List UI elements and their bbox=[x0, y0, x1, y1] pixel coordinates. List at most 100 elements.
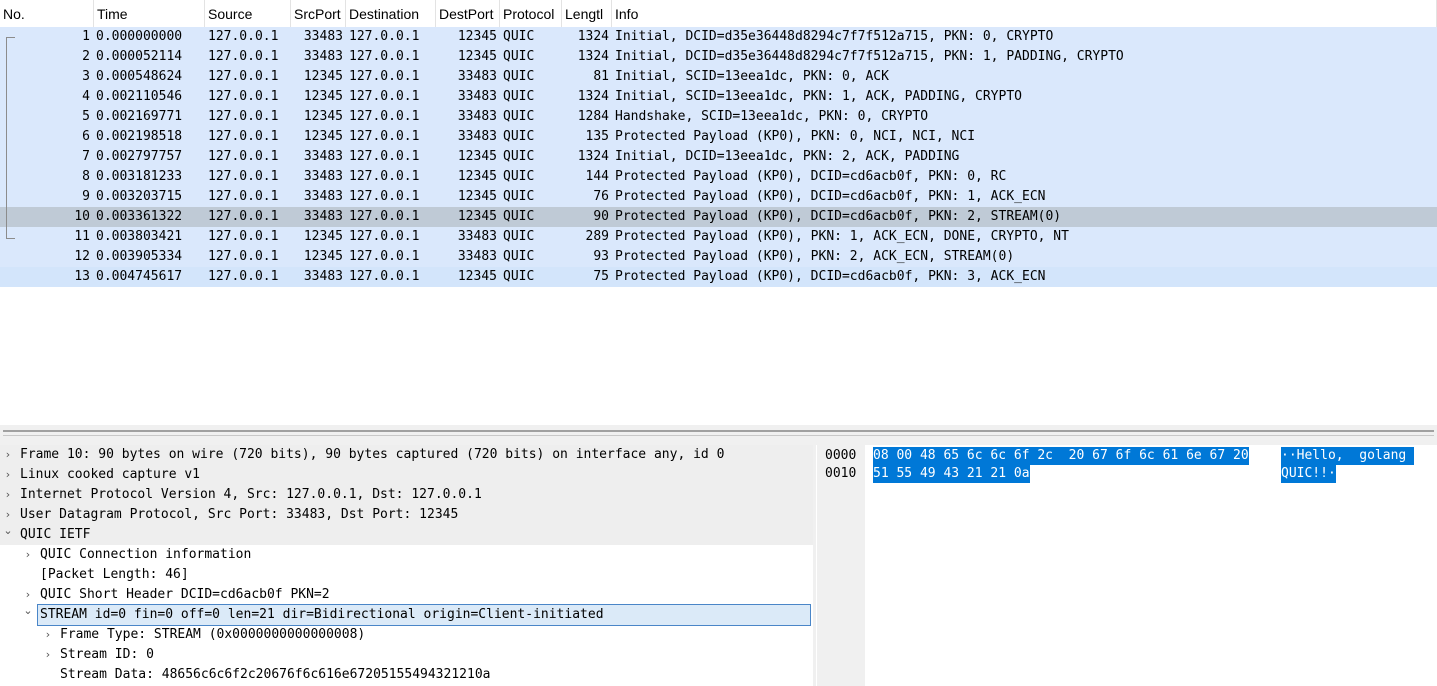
collapsed-arrow-icon[interactable]: › bbox=[1, 445, 15, 465]
column-header-1[interactable]: Time bbox=[94, 0, 205, 27]
column-header-0[interactable]: No. bbox=[0, 0, 94, 27]
detail-tree-item[interactable]: [Packet Length: 46] bbox=[0, 565, 813, 585]
cell-dstport: 33483 bbox=[457, 249, 497, 264]
cell-proto: QUIC bbox=[503, 209, 535, 224]
pane-splitter[interactable] bbox=[0, 425, 1437, 445]
cell-src: 127.0.0.1 bbox=[208, 149, 279, 164]
cell-time: 0.002198518 bbox=[96, 129, 183, 144]
detail-text: Frame Type: STREAM (0x0000000000000008) bbox=[60, 627, 366, 642]
cell-src: 127.0.0.1 bbox=[208, 129, 279, 144]
cell-dstport: 33483 bbox=[457, 69, 497, 84]
cell-info: Initial, SCID=13eea1dc, PKN: 0, ACK bbox=[615, 69, 889, 84]
cell-srcport: 12345 bbox=[303, 69, 343, 84]
column-header-2[interactable]: Source bbox=[205, 0, 291, 27]
detail-tree-item[interactable]: Stream Data: 48656c6c6f2c20676f6c616e672… bbox=[0, 665, 813, 685]
cell-info: Initial, DCID=d35e36448d8294c7f7f512a715… bbox=[615, 49, 1124, 64]
packet-row[interactable]: 12 0.003905334 127.0.0.1 12345 127.0.0.1 3348… bbox=[0, 247, 1437, 267]
cell-time: 0.003361322 bbox=[96, 209, 183, 224]
cell-time: 0.000000000 bbox=[96, 29, 183, 44]
detail-tree-item[interactable]: › User Datagram Protocol, Src Port: 33483… bbox=[0, 505, 813, 525]
packet-row[interactable]: 7 0.002797757 127.0.0.1 33483 127.0.0.1 12345… bbox=[0, 147, 1437, 167]
detail-tree-item[interactable]: › Stream ID: 0 bbox=[0, 645, 813, 665]
cell-dst: 127.0.0.1 bbox=[349, 149, 420, 164]
cell-time: 0.003203715 bbox=[96, 189, 183, 204]
hex-bytes[interactable]: 08 00 48 65 6c 6c 6f 2c 20 67 6f 6c 61 6… bbox=[873, 447, 1249, 465]
packet-row[interactable]: 8 0.003181233 127.0.0.1 33483 127.0.0.1 12345… bbox=[0, 167, 1437, 187]
column-header-8[interactable]: Info bbox=[612, 0, 1437, 27]
hex-ascii[interactable]: ··Hello, golang bbox=[1281, 447, 1415, 465]
packet-bytes-pane[interactable]: 0000 08 00 48 65 6c 6c 6f 2c 20 67 6f 6c … bbox=[817, 445, 1437, 686]
expanded-arrow-icon[interactable]: ⌄ bbox=[21, 601, 35, 621]
packet-row[interactable]: 3 0.000548624 127.0.0.1 12345 127.0.0.1 33483… bbox=[0, 67, 1437, 87]
cell-proto: QUIC bbox=[503, 189, 535, 204]
collapsed-arrow-icon[interactable]: › bbox=[21, 545, 35, 565]
detail-tree-item[interactable]: › QUIC Short Header DCID=cd6acb0f PKN=2 bbox=[0, 585, 813, 605]
detail-text: Stream ID: 0 bbox=[60, 647, 154, 662]
cell-dstport: 12345 bbox=[457, 209, 497, 224]
cell-proto: QUIC bbox=[503, 129, 535, 144]
detail-tree-item[interactable]: › QUIC Connection information bbox=[0, 545, 813, 565]
cell-info: Protected Payload (KP0), DCID=cd6acb0f, … bbox=[615, 189, 1046, 204]
cell-len: 144 bbox=[585, 169, 609, 184]
packet-list[interactable]: No. Time Source SrcPort Destination DestPort P… bbox=[0, 0, 1437, 425]
cell-dstport: 33483 bbox=[457, 89, 497, 104]
packet-row[interactable]: 2 0.000052114 127.0.0.1 33483 127.0.0.1 12345… bbox=[0, 47, 1437, 67]
cell-dst: 127.0.0.1 bbox=[349, 109, 420, 124]
detail-tree-item[interactable]: › Linux cooked capture v1 bbox=[0, 465, 813, 485]
cell-dst: 127.0.0.1 bbox=[349, 189, 420, 204]
cell-proto: QUIC bbox=[503, 229, 535, 244]
cell-dstport: 33483 bbox=[457, 229, 497, 244]
vertical-splitter[interactable] bbox=[813, 445, 816, 686]
column-header: No. Time Source SrcPort Destination DestPort P… bbox=[0, 0, 1437, 28]
packet-row[interactable]: 9 0.003203715 127.0.0.1 33483 127.0.0.1 12345… bbox=[0, 187, 1437, 207]
packet-row[interactable]: 13 0.004745617 127.0.0.1 33483 127.0.0.1 1234… bbox=[0, 267, 1437, 287]
cell-time: 0.003905334 bbox=[96, 249, 183, 264]
cell-src: 127.0.0.1 bbox=[208, 49, 279, 64]
cell-srcport: 33483 bbox=[303, 49, 343, 64]
collapsed-arrow-icon[interactable]: › bbox=[41, 625, 55, 645]
cell-len: 135 bbox=[585, 129, 609, 144]
cell-src: 127.0.0.1 bbox=[208, 209, 279, 224]
collapsed-arrow-icon[interactable]: › bbox=[41, 645, 55, 665]
column-header-5[interactable]: DestPort bbox=[436, 0, 500, 27]
collapsed-arrow-icon[interactable]: › bbox=[1, 485, 15, 505]
cell-srcport: 12345 bbox=[303, 109, 343, 124]
column-header-4[interactable]: Destination bbox=[346, 0, 436, 27]
detail-tree-item[interactable]: › Frame Type: STREAM (0x0000000000000008) bbox=[0, 625, 813, 645]
detail-tree-item[interactable]: › Internet Protocol Version 4, Src: 127.0… bbox=[0, 485, 813, 505]
cell-len: 289 bbox=[585, 229, 609, 244]
packet-row[interactable]: 5 0.002169771 127.0.0.1 12345 127.0.0.1 33483… bbox=[0, 107, 1437, 127]
packet-details-tree[interactable]: › Frame 10: 90 bytes on wire (720 bits), … bbox=[0, 445, 814, 686]
detail-tree-item[interactable]: ⌄ QUIC IETF bbox=[0, 524, 813, 545]
packet-row[interactable]: 10 0.003361322 127.0.0.1 33483 127.0.0.1 1234… bbox=[0, 207, 1437, 227]
cell-proto: QUIC bbox=[503, 169, 535, 184]
splitter-line bbox=[3, 430, 1434, 432]
cell-dst: 127.0.0.1 bbox=[349, 269, 420, 284]
packet-rows: 1 0.000000000 127.0.0.1 33483 127.0.0.1 12345… bbox=[0, 27, 1437, 287]
cell-src: 127.0.0.1 bbox=[208, 169, 279, 184]
detail-text: STREAM id=0 fin=0 off=0 len=21 dir=Bidir… bbox=[37, 604, 811, 626]
column-header-3[interactable]: SrcPort bbox=[291, 0, 346, 27]
hex-bytes[interactable]: 51 55 49 43 21 21 0a bbox=[873, 465, 1030, 483]
cell-proto: QUIC bbox=[503, 269, 535, 284]
cell-time: 0.003803421 bbox=[96, 229, 183, 244]
detail-tree-item[interactable]: › Frame 10: 90 bytes on wire (720 bits), … bbox=[0, 445, 813, 465]
packet-row[interactable]: 1 0.000000000 127.0.0.1 33483 127.0.0.1 12345… bbox=[0, 27, 1437, 47]
conversation-bracket bbox=[6, 37, 15, 239]
expanded-arrow-icon[interactable]: ⌄ bbox=[1, 521, 15, 541]
cell-len: 1284 bbox=[577, 109, 609, 124]
cell-time: 0.002797757 bbox=[96, 149, 183, 164]
hex-ascii[interactable]: QUIC!!· bbox=[1281, 465, 1336, 483]
packet-row[interactable]: 11 0.003803421 127.0.0.1 12345 127.0.0.1 3348… bbox=[0, 227, 1437, 247]
column-header-7[interactable]: Lengtl bbox=[562, 0, 612, 27]
cell-no: 12 bbox=[74, 249, 90, 264]
collapsed-arrow-icon[interactable]: › bbox=[1, 465, 15, 485]
detail-tree-item[interactable]: ⌄ STREAM id=0 fin=0 off=0 len=21 dir=Bidi… bbox=[0, 604, 813, 626]
detail-text: Linux cooked capture v1 bbox=[20, 467, 201, 482]
packet-row[interactable]: 4 0.002110546 127.0.0.1 12345 127.0.0.1 33483… bbox=[0, 87, 1437, 107]
packet-row[interactable]: 6 0.002198518 127.0.0.1 12345 127.0.0.1 33483… bbox=[0, 127, 1437, 147]
cell-len: 1324 bbox=[577, 29, 609, 44]
column-header-6[interactable]: Protocol bbox=[500, 0, 562, 27]
cell-info: Protected Payload (KP0), PKN: 2, ACK_ECN… bbox=[615, 249, 1015, 264]
cell-proto: QUIC bbox=[503, 249, 535, 264]
